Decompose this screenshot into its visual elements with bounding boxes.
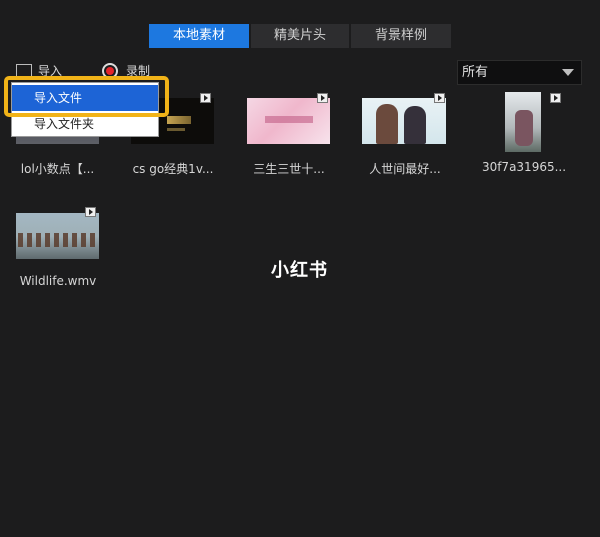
tab-local-media[interactable]: 本地素材 [149,24,249,48]
media-name: Wildlife.wmv [19,274,97,288]
video-play-icon [434,93,445,103]
thumbnail-graphic [167,128,185,131]
media-name: 人世间最好... [369,162,441,176]
thumbnail-graphic [167,116,191,124]
thumbnail-graphic [376,104,398,144]
filter-dropdown[interactable]: 所有 [457,60,582,85]
media-name: lol小数点【... [20,162,95,176]
chevron-down-icon [562,69,574,76]
tab-intro-clips[interactable]: 精美片头 [251,24,349,48]
media-thumbnail [505,92,541,152]
thumbnail-graphic [404,106,426,144]
thumbnail-graphic [265,116,313,123]
thumbnail-graphic [515,110,533,146]
tab-bar: 本地素材 精美片头 背景样例 [149,24,453,48]
media-name: cs go经典1v... [132,162,214,176]
media-name: 30f7a31965... [481,160,567,174]
tab-background-samples[interactable]: 背景样例 [351,24,451,48]
video-play-icon [317,93,328,103]
watermark: 小红书 [271,260,328,281]
media-thumbnail [247,98,330,144]
filter-selected: 所有 [462,65,489,80]
media-thumbnail [16,213,99,259]
video-play-icon [85,207,96,217]
video-play-icon [200,93,211,103]
media-thumbnail [362,98,446,144]
highlight-frame [4,76,169,117]
media-name: 三生三世十... [253,162,325,176]
video-play-icon [550,93,561,103]
thumbnail-graphic [18,233,97,247]
